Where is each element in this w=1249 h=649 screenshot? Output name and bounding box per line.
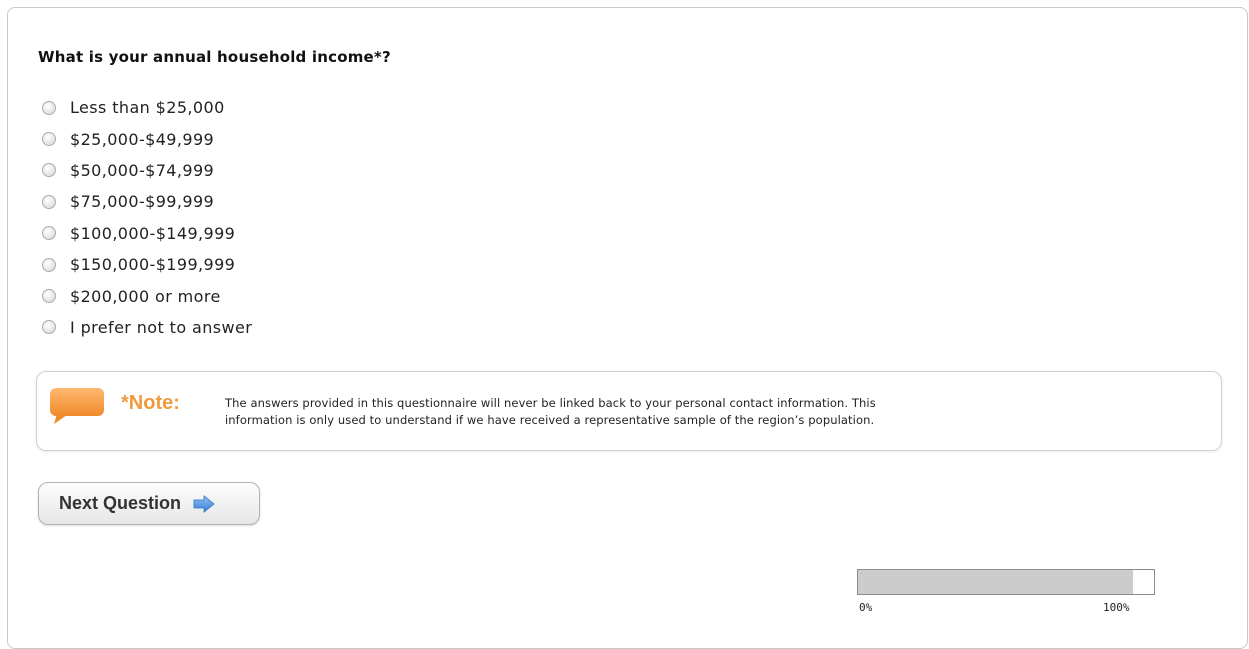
progress-max-label: 100% — [1103, 601, 1130, 614]
note-text-line-1: The answers provided in this questionnai… — [225, 396, 876, 410]
radio-button[interactable] — [42, 194, 56, 209]
note-label: *Note: — [121, 392, 180, 414]
note-text-line-2: information is only used to understand i… — [225, 413, 875, 427]
note-text: The answers provided in this questionnai… — [225, 395, 1205, 429]
option-150000-199999[interactable]: $150,000-$199,999 — [42, 249, 252, 280]
radio-button[interactable] — [42, 132, 56, 147]
progress-fill — [858, 570, 1134, 594]
option-prefer-not-to-answer[interactable]: I prefer not to answer — [42, 312, 252, 343]
progress-bar — [857, 569, 1155, 595]
option-label: $150,000-$199,999 — [70, 255, 236, 275]
speech-bubble-icon — [50, 388, 104, 424]
option-label: $75,000-$99,999 — [70, 192, 215, 212]
progress-min-label: 0% — [859, 601, 873, 614]
income-options: Less than $25,000 $25,000-$49,999 $50,00… — [42, 92, 252, 343]
radio-button[interactable] — [42, 226, 56, 241]
option-label: $200,000 or more — [70, 286, 221, 306]
right-arrow-icon — [193, 494, 215, 513]
option-label: I prefer not to answer — [70, 317, 253, 337]
next-question-label: Next Question — [59, 493, 182, 513]
option-75000-99999[interactable]: $75,000-$99,999 — [42, 186, 252, 217]
option-label: $100,000-$149,999 — [70, 223, 236, 243]
privacy-note: *Note: The answers provided in this ques… — [36, 371, 1222, 451]
option-less-than-25000[interactable]: Less than $25,000 — [42, 92, 252, 123]
option-label: $25,000-$49,999 — [70, 129, 215, 149]
radio-button[interactable] — [42, 289, 56, 304]
next-question-button[interactable]: Next Question — [38, 482, 260, 525]
option-label: Less than $25,000 — [70, 98, 225, 118]
question-title: What is your annual household income*? — [38, 48, 391, 66]
radio-button[interactable] — [42, 257, 56, 272]
radio-button[interactable] — [42, 163, 56, 178]
option-100000-149999[interactable]: $100,000-$149,999 — [42, 218, 252, 249]
option-50000-74999[interactable]: $50,000-$74,999 — [42, 155, 252, 186]
option-label: $50,000-$74,999 — [70, 160, 215, 180]
radio-button[interactable] — [42, 100, 56, 115]
radio-button[interactable] — [42, 320, 56, 335]
option-200000-or-more[interactable]: $200,000 or more — [42, 280, 252, 311]
option-25000-49999[interactable]: $25,000-$49,999 — [42, 123, 252, 154]
